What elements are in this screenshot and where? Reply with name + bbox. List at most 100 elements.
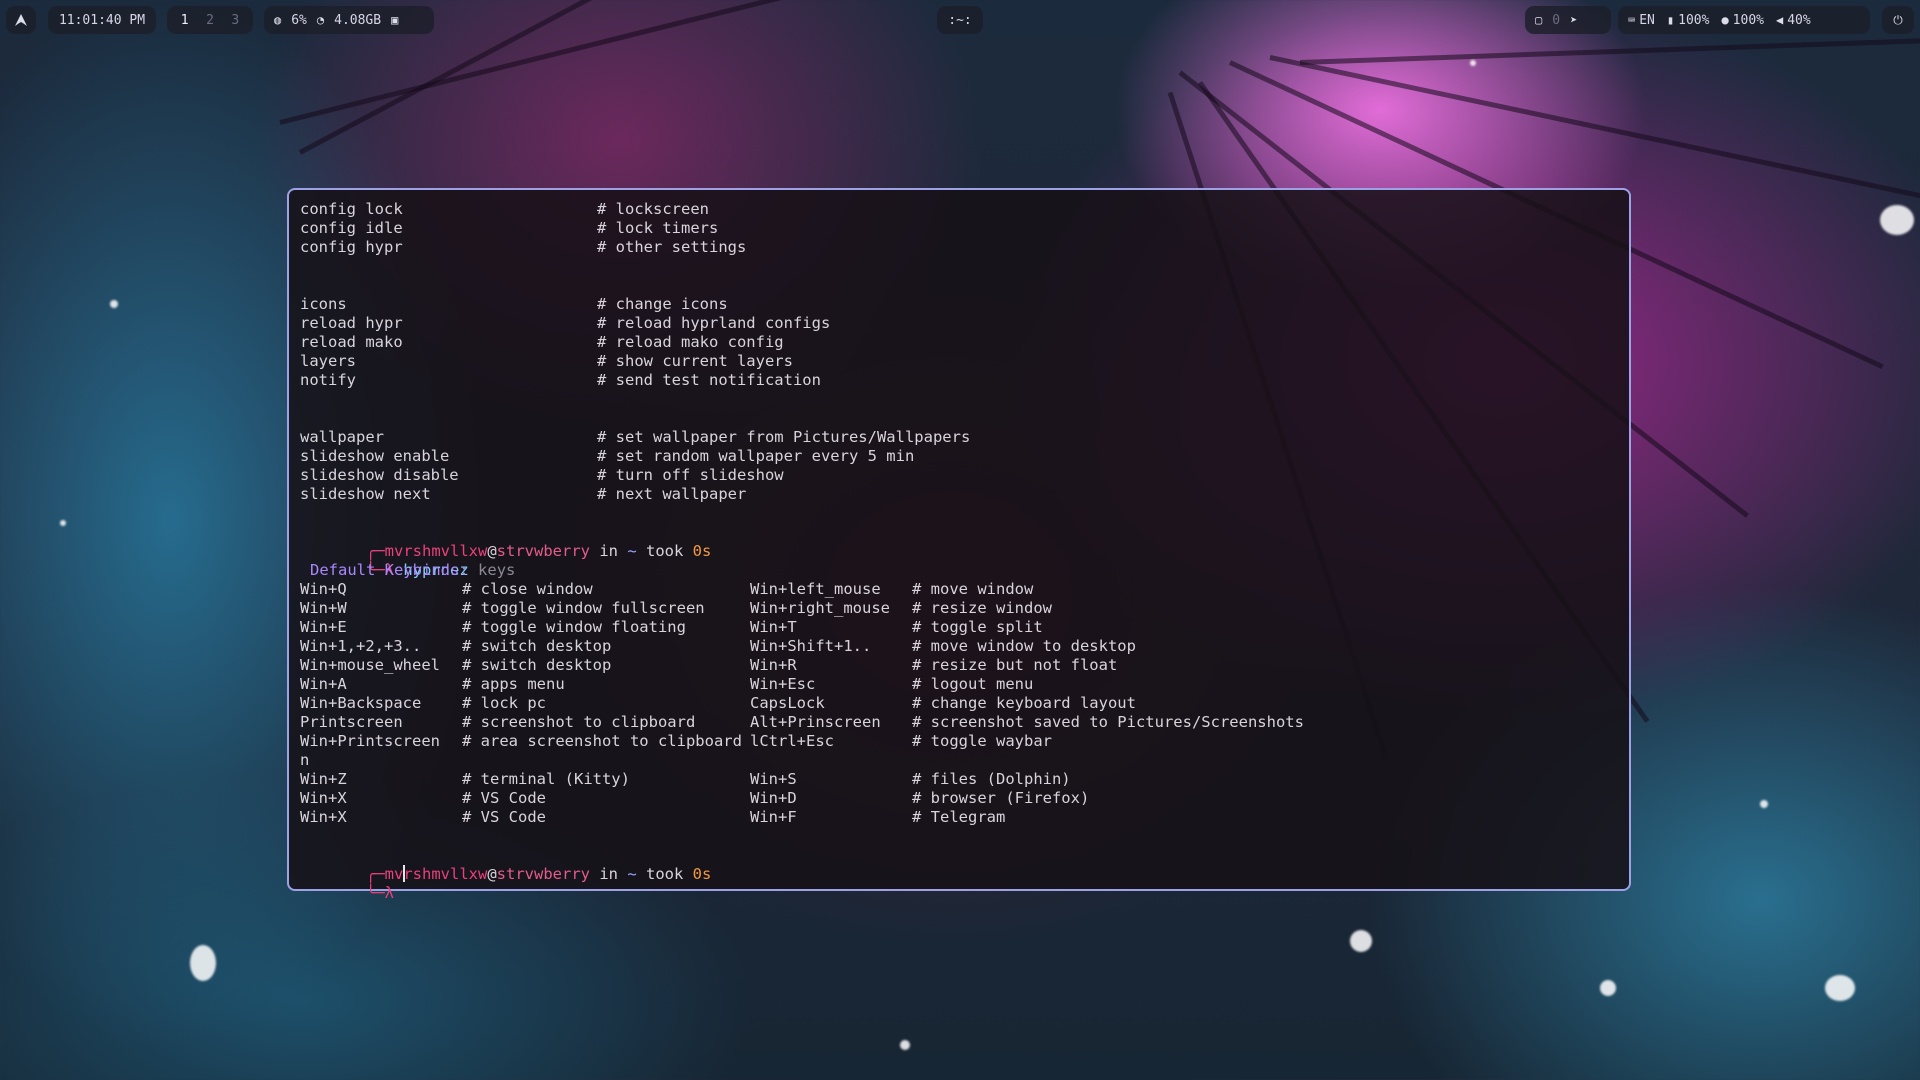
- prompt-lambda: λ: [384, 884, 395, 902]
- utility-section: icons # change icons reload hypr # reload h…: [300, 295, 1629, 390]
- tray: ▢ 0 ➤: [1525, 6, 1611, 34]
- battery-level[interactable]: 100%: [1678, 13, 1709, 28]
- prompt-line: ╭─mvrshmvllxw@strvwberry in ~ took 0s: [300, 846, 1629, 883]
- window-title: :~:: [937, 6, 983, 34]
- keybind-row: n: [300, 751, 1629, 770]
- help-description: # reload hyprland configs: [597, 314, 831, 332]
- keybind-description: # screenshot saved to Pictures/Screensho…: [912, 713, 1304, 731]
- volume-level[interactable]: 40%: [1787, 13, 1810, 28]
- status-group: ⌨ EN ▮ 100% ● 100% ◀ 40%: [1618, 6, 1870, 34]
- help-row: icons # change icons: [300, 295, 1629, 314]
- keybind-key: lCtrl+Esc: [750, 732, 834, 750]
- prompt-corner: ╰─: [366, 884, 385, 902]
- keybind-key: Win+X: [300, 808, 347, 826]
- keybind-key: Win+Printscreen: [300, 732, 440, 750]
- keybind-description: # terminal (Kitty): [462, 770, 630, 788]
- help-row: reload hypr # reload hyprland configs: [300, 314, 1629, 333]
- keybind-key: Win+1,+2,+3..: [300, 637, 422, 655]
- help-row: wallpaper # set wallpaper from Pictures/W…: [300, 428, 1629, 447]
- keybind-description: # logout menu: [912, 675, 1034, 693]
- language-indicator[interactable]: EN: [1639, 13, 1655, 28]
- keybind-description: # Telegram: [912, 808, 1006, 826]
- keybind-row: Win+Backspace # lock pc CapsLock # change k…: [300, 694, 1629, 713]
- keybind-description: # VS Code: [462, 808, 546, 826]
- help-row: config idle # lock timers: [300, 219, 1629, 238]
- workspace-2[interactable]: 2: [206, 13, 214, 28]
- telegram-icon[interactable]: ➤: [1570, 13, 1577, 27]
- top-bar: 11:01:40 PM 1 2 3 ◍ 6% ◔ 4.08GB ▣ :~: ▢ …: [0, 0, 1920, 40]
- keybind-row: Win+Z # terminal (Kitty) Win+S # files (Dol…: [300, 770, 1629, 789]
- keybind-description: # change keyboard layout: [912, 694, 1136, 712]
- keybind-description: # toggle waybar: [912, 732, 1052, 750]
- keybind-key: Win+Backspace: [300, 694, 422, 712]
- volume-icon: ◀: [1775, 13, 1784, 27]
- power-button[interactable]: ⏻: [1882, 6, 1914, 34]
- keybind-row: Win+A # apps menu Win+Esc # logout menu: [300, 675, 1629, 694]
- tray-count: 0: [1552, 12, 1561, 28]
- help-command: reload hypr: [300, 314, 403, 332]
- keybinds-header: Default Keybinds:: [310, 561, 469, 579]
- prompt-line: ╭─mvrshmvllxw@strvwberry in ~ took 0s: [300, 523, 1629, 560]
- keybind-row: Win+E # toggle window floating Win+T # togg…: [300, 618, 1629, 637]
- help-description: # show current layers: [597, 352, 793, 370]
- keybind-key: Win+R: [750, 656, 797, 674]
- help-description: # set random wallpaper every 5 min: [597, 447, 915, 465]
- terminal-window[interactable]: config lock # lockscreen config idle # lock…: [287, 188, 1631, 902]
- keybind-key: Win+left_mouse: [750, 580, 881, 598]
- keybind-key: Win+E: [300, 618, 347, 636]
- keybind-key: Printscreen: [300, 713, 403, 731]
- help-command: slideshow disable: [300, 466, 459, 484]
- power-icon: ⏻: [1893, 12, 1903, 27]
- keybind-key: Win+T: [750, 618, 797, 636]
- help-row: reload mako # reload mako config: [300, 333, 1629, 352]
- wallpaper-section: wallpaper # set wallpaper from Pictures/W…: [300, 428, 1629, 504]
- workspaces: 1 2 3: [167, 6, 253, 34]
- keybind-description: # lock pc: [462, 694, 546, 712]
- battery-icon: ▮: [1666, 13, 1675, 27]
- input-line[interactable]: ╰─λ: [300, 865, 1629, 902]
- keybind-key: Win+Shift+1..: [750, 637, 872, 655]
- arch-logo-icon: [15, 14, 27, 26]
- help-description: # send test notification: [597, 371, 821, 389]
- tray-toggle-icon[interactable]: ▣: [391, 13, 398, 27]
- help-description: # lockscreen: [597, 200, 709, 218]
- keybind-row: Win+X # VS Code Win+D # browser (Firefox): [300, 789, 1629, 808]
- text-cursor: [403, 865, 406, 882]
- workspace-1[interactable]: 1: [181, 13, 189, 28]
- help-description: # other settings: [597, 238, 747, 256]
- tray-icon[interactable]: ▢: [1535, 13, 1542, 27]
- config-section: config lock # lockscreen config idle # lock…: [300, 200, 1629, 257]
- launcher-button[interactable]: [6, 6, 36, 34]
- keybind-key: Win+Z: [300, 770, 347, 788]
- keybinds-table: Win+Q # close window Win+left_mouse # move …: [300, 580, 1629, 827]
- keybind-description: # files (Dolphin): [912, 770, 1071, 788]
- keybind-description: # browser (Firefox): [912, 789, 1090, 807]
- help-row: slideshow next # next wallpaper: [300, 485, 1629, 504]
- keybind-row: Win+mouse_wheel # switch desktop Win+R # re…: [300, 656, 1629, 675]
- help-description: # next wallpaper: [597, 485, 747, 503]
- help-row: layers # show current layers: [300, 352, 1629, 371]
- mic-level[interactable]: 100%: [1733, 13, 1764, 28]
- keybind-key: CapsLock: [750, 694, 825, 712]
- keybind-description: # screenshot to clipboard: [462, 713, 696, 731]
- help-command: notify: [300, 371, 356, 389]
- help-command: icons: [300, 295, 347, 313]
- help-row: config lock # lockscreen: [300, 200, 1629, 219]
- microphone-icon: ●: [1721, 13, 1729, 27]
- keybind-key: Win+Q: [300, 580, 347, 598]
- keybind-description: # switch desktop: [462, 637, 612, 655]
- keybind-key: n: [300, 751, 310, 769]
- workspace-3[interactable]: 3: [231, 13, 239, 28]
- help-row: slideshow disable # turn off slideshow: [300, 466, 1629, 485]
- cpu-usage[interactable]: 6%: [291, 13, 307, 28]
- clock[interactable]: 11:01:40 PM: [48, 6, 156, 34]
- memory-icon: ◔: [316, 13, 325, 27]
- help-command: config hypr: [300, 238, 403, 256]
- keybind-key: Win+F: [750, 808, 797, 826]
- keybind-description: # toggle window floating: [462, 618, 686, 636]
- keybind-description: # toggle split: [912, 618, 1043, 636]
- keybind-row: Win+1,+2,+3.. # switch desktop Win+Shift+1…: [300, 637, 1629, 656]
- help-description: # turn off slideshow: [597, 466, 784, 484]
- keybind-key: Win+mouse_wheel: [300, 656, 440, 674]
- memory-usage[interactable]: 4.08GB: [334, 13, 381, 28]
